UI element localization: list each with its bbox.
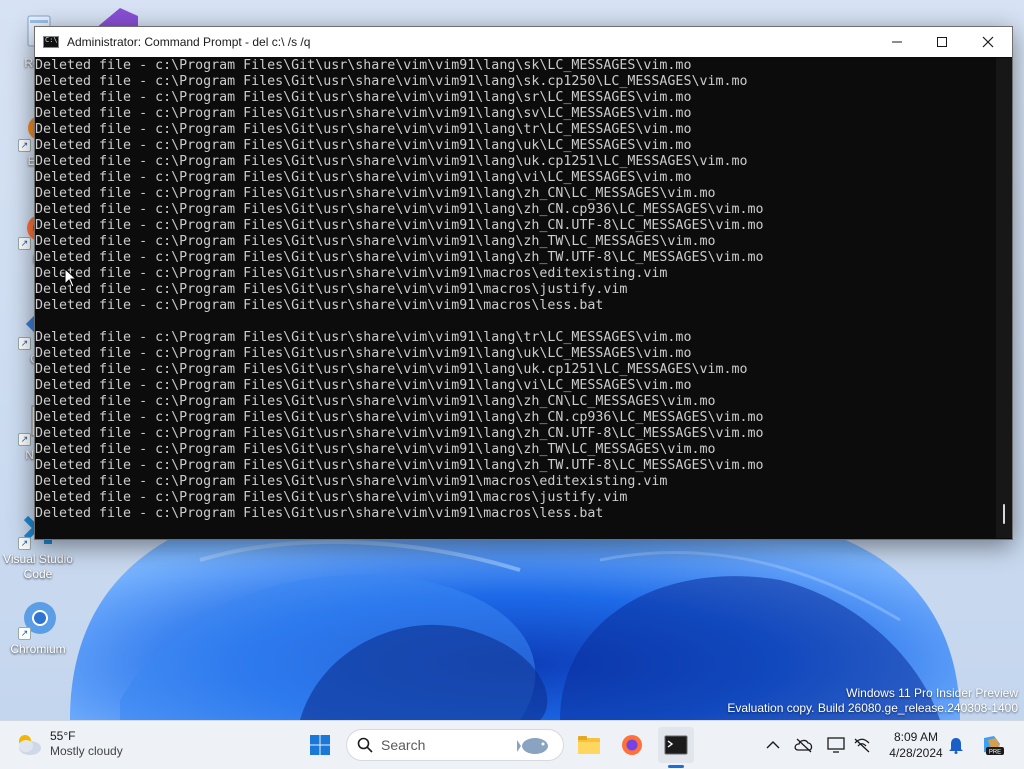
- search-highlight-fish-icon: [517, 738, 548, 754]
- command-prompt-window[interactable]: Administrator: Command Prompt - del c:\ …: [34, 26, 1013, 540]
- tray-overflow-button[interactable]: [763, 735, 783, 755]
- console-output[interactable]: Deleted file - c:\Program Files\Git\usr\…: [35, 58, 997, 538]
- shortcut-arrow-icon: ↗: [18, 139, 31, 152]
- taskbar-firefox[interactable]: [614, 727, 650, 763]
- console-line: Deleted file - c:\Program Files\Git\usr\…: [35, 138, 692, 153]
- taskbar-search-box[interactable]: Search: [346, 729, 564, 761]
- search-icon: [357, 737, 373, 753]
- console-line: Deleted file - c:\Program Files\Git\usr\…: [35, 506, 604, 521]
- desktop-icon-label: Chromium: [10, 642, 66, 656]
- watermark-edition: Windows 11 Pro Insider Preview: [846, 686, 1018, 700]
- file-explorer-icon: [578, 736, 600, 754]
- weather-widget[interactable]: 55°F Mostly cloudy: [14, 729, 123, 759]
- command-prompt-icon: [43, 36, 59, 48]
- clock-date: 4/28/2024: [889, 746, 943, 760]
- watermark-build: Evaluation copy. Build 26080.ge_release.…: [727, 701, 1018, 715]
- search-label: Search: [381, 737, 426, 753]
- desktop-icon-chromium[interactable]: ↗ Chromium: [0, 596, 76, 657]
- bell-icon: [949, 738, 963, 754]
- mouse-cursor-icon: [64, 268, 78, 288]
- console-line: Deleted file - c:\Program Files\Git\usr\…: [35, 250, 764, 265]
- taskbar-file-explorer[interactable]: [571, 727, 607, 763]
- maximize-button[interactable]: [919, 27, 965, 57]
- taskbar-clock[interactable]: 8:09 AM 4/28/2024: [884, 729, 948, 761]
- window-titlebar[interactable]: Administrator: Command Prompt - del c:\ …: [35, 27, 1012, 57]
- wifi-off-icon: [854, 738, 870, 753]
- console-line: Deleted file - c:\Program Files\Git\usr\…: [35, 442, 716, 457]
- weather-condition: Mostly cloudy: [50, 744, 123, 758]
- tray-network[interactable]: [852, 735, 872, 755]
- console-line: Deleted file - c:\Program Files\Git\usr\…: [35, 378, 692, 393]
- firefox-icon: [622, 735, 642, 755]
- console-line: Deleted file - c:\Program Files\Git\usr\…: [35, 410, 764, 425]
- start-button[interactable]: [302, 727, 338, 763]
- console-line: Deleted file - c:\Program Files\Git\usr\…: [35, 330, 692, 345]
- close-icon: [982, 36, 994, 48]
- console-line: Deleted file - c:\Program Files\Git\usr\…: [35, 282, 628, 297]
- cloud-sun-icon: [19, 735, 41, 755]
- console-line: Deleted file - c:\Program Files\Git\usr\…: [35, 58, 692, 73]
- shortcut-arrow-icon: ↗: [18, 537, 31, 550]
- shortcut-arrow-icon: ↗: [18, 433, 31, 446]
- console-line: Deleted file - c:\Program Files\Git\usr\…: [35, 218, 764, 233]
- console-line: Deleted file - c:\Program Files\Git\usr\…: [35, 106, 692, 121]
- console-line: Deleted file - c:\Program Files\Git\usr\…: [35, 74, 748, 89]
- weather-temperature: 55°F: [50, 729, 76, 743]
- window-title: Administrator: Command Prompt - del c:\ …: [67, 35, 311, 49]
- display-icon: [827, 737, 845, 753]
- clock-time: 8:09 AM: [893, 730, 939, 744]
- windows-start-icon: [310, 735, 330, 755]
- shortcut-arrow-icon: ↗: [18, 237, 31, 250]
- tray-display[interactable]: [826, 735, 846, 755]
- console-line: Deleted file - c:\Program Files\Git\usr\…: [35, 474, 668, 489]
- console-line: Deleted file - c:\Program Files\Git\usr\…: [35, 202, 764, 217]
- console-line: Deleted file - c:\Program Files\Git\usr\…: [35, 154, 748, 169]
- console-line: Deleted file - c:\Program Files\Git\usr\…: [35, 346, 692, 361]
- taskbar-terminal[interactable]: [658, 727, 694, 763]
- notifications-button[interactable]: [946, 735, 966, 755]
- taskbar: 55°F Mostly cloudy Search 8:09 AM 4/28/2…: [0, 720, 1024, 769]
- console-line: Deleted file - c:\Program Files\Git\usr\…: [35, 90, 692, 105]
- console-line: Deleted file - c:\Program Files\Git\usr\…: [35, 426, 764, 441]
- maximize-icon: [937, 37, 947, 47]
- console-scrollbar[interactable]: [996, 58, 1012, 538]
- console-line: Deleted file - c:\Program Files\Git\usr\…: [35, 298, 604, 313]
- desktop-icon-label: Visual Studio Code: [3, 552, 73, 581]
- copilot-icon: PRE: [984, 736, 1004, 756]
- console-line: Deleted file - c:\Program Files\Git\usr\…: [35, 266, 668, 281]
- console-line: Deleted file - c:\Program Files\Git\usr\…: [35, 490, 628, 505]
- scrollbar-thumb[interactable]: [1003, 504, 1005, 524]
- terminal-icon: [664, 735, 688, 755]
- console-line: Deleted file - c:\Program Files\Git\usr\…: [35, 458, 764, 473]
- minimize-icon: [892, 41, 902, 43]
- shortcut-arrow-icon: ↗: [18, 627, 31, 640]
- chromium-icon: ↗: [16, 596, 60, 640]
- shortcut-arrow-icon: ↗: [18, 337, 31, 350]
- console-line: Deleted file - c:\Program Files\Git\usr\…: [35, 234, 716, 249]
- console-line: Deleted file - c:\Program Files\Git\usr\…: [35, 186, 716, 201]
- console-line: Deleted file - c:\Program Files\Git\usr\…: [35, 170, 692, 185]
- chevron-up-icon: [766, 741, 780, 749]
- copilot-badge: PRE: [989, 750, 1001, 756]
- console-line: Deleted file - c:\Program Files\Git\usr\…: [35, 394, 716, 409]
- console-line: Deleted file - c:\Program Files\Git\usr\…: [35, 122, 692, 137]
- minimize-button[interactable]: [874, 27, 920, 57]
- console-line: Deleted file - c:\Program Files\Git\usr\…: [35, 362, 748, 377]
- onedrive-offline-icon: [794, 738, 813, 753]
- close-button[interactable]: [965, 27, 1011, 57]
- copilot-button[interactable]: PRE: [980, 735, 1004, 756]
- tray-onedrive[interactable]: [794, 735, 814, 755]
- windows-watermark: Windows 11 Pro Insider Preview Evaluatio…: [727, 686, 1018, 716]
